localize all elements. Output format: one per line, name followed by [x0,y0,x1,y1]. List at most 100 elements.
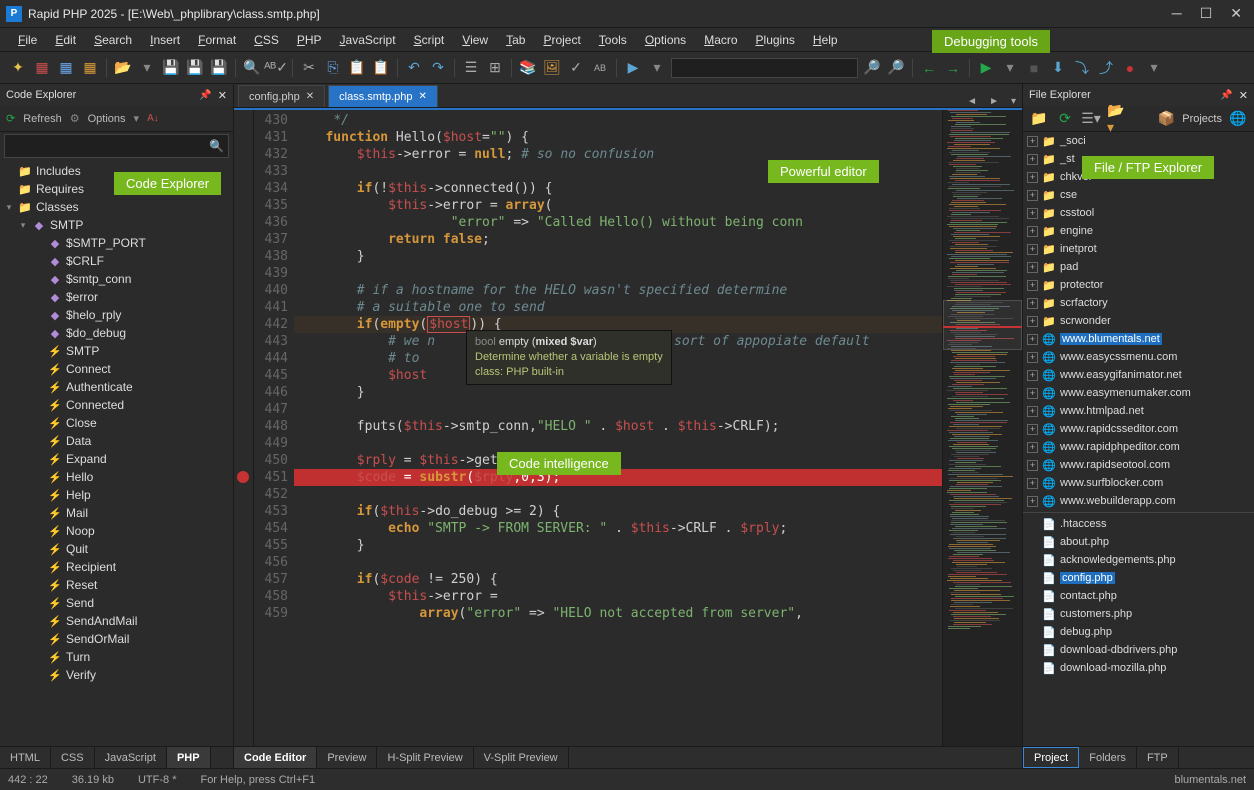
fe-folder[interactable]: +📁pad [1023,258,1254,276]
validate-icon[interactable]: ✓ [566,58,586,78]
fe-folder[interactable]: +🌐www.htmlpad.net [1023,402,1254,420]
tree-method[interactable]: ⚡Reset [0,576,233,594]
record-icon[interactable]: ▶ [623,58,643,78]
fe-folder[interactable]: +🌐www.rapidphpeditor.com [1023,438,1254,456]
tab-class-smtp-php[interactable]: class.smtp.php ✕ [328,85,438,107]
fe-open-icon[interactable]: 📂▾ [1107,109,1127,129]
view-tab-preview[interactable]: Preview [317,747,377,768]
expand-icon[interactable]: + [1027,172,1038,183]
tree-method[interactable]: ⚡Connect [0,360,233,378]
lang-tab-css[interactable]: CSS [51,747,95,768]
menu-search[interactable]: Search [86,31,140,49]
expand-icon[interactable]: + [1027,370,1038,381]
expand-icon[interactable]: + [1027,442,1038,453]
fe-new-icon[interactable]: 📁 [1029,109,1049,129]
step-over-icon[interactable]: ⤵ [1072,58,1092,78]
fe-folder[interactable]: +🌐www.rapidcsseditor.com [1023,420,1254,438]
menu-plugins[interactable]: Plugins [748,31,803,49]
fe-view-icon[interactable]: ☰▾ [1081,109,1101,129]
fe-file[interactable]: 📄download-dbdrivers.php [1023,641,1254,659]
expand-icon[interactable]: + [1027,496,1038,507]
menu-script[interactable]: Script [406,31,453,49]
tree-method[interactable]: ⚡Authenticate [0,378,233,396]
fe-file[interactable]: 📄config.php [1023,569,1254,587]
fe-folder[interactable]: +📁csstool [1023,204,1254,222]
lang-tab-javascript[interactable]: JavaScript [95,747,167,768]
tree-member[interactable]: ◆$do_debug [0,324,233,342]
close-panel-icon[interactable]: ✕ [218,89,227,102]
menu-file[interactable]: File [10,31,45,49]
fe-file[interactable]: 📄contact.php [1023,587,1254,605]
menu-tools[interactable]: Tools [591,31,635,49]
expand-icon[interactable]: + [1027,424,1038,435]
tree-classes[interactable]: ▾📁Classes [0,198,233,216]
minimize-button[interactable]: ─ [1172,5,1182,22]
tree-method[interactable]: ⚡Connected [0,396,233,414]
expand-icon[interactable]: + [1027,352,1038,363]
fe-folder[interactable]: +📁_soci [1023,132,1254,150]
expand-icon[interactable]: + [1027,406,1038,417]
fe-folder[interactable]: +🌐www.blumentals.net [1023,330,1254,348]
image-icon[interactable]: 🖼 [542,58,562,78]
expand-icon[interactable]: + [1027,208,1038,219]
new-file-icon[interactable]: ✦ [8,58,28,78]
fe-folder[interactable]: +🌐www.easycssmenu.com [1023,348,1254,366]
close-button[interactable]: ✕ [1230,5,1242,22]
expand-icon[interactable]: + [1027,388,1038,399]
tab-prev-icon[interactable]: ◄ [961,96,983,107]
expand-icon[interactable]: + [1027,136,1038,147]
fe-file[interactable]: 📄download-mozilla.php [1023,659,1254,677]
menu-insert[interactable]: Insert [142,31,188,49]
pin-icon[interactable]: 📌 [199,90,211,101]
tab-next-icon[interactable]: ► [983,96,1005,107]
expand-icon[interactable]: + [1027,190,1038,201]
fe-globe-icon[interactable]: 🌐 [1228,109,1248,129]
redo-icon[interactable]: ↷ [428,58,448,78]
tree-method[interactable]: ⚡Expand [0,450,233,468]
save-dropdown-icon[interactable]: 💾 [209,58,229,78]
fe-project-icon[interactable]: 📦 [1156,109,1176,129]
undo-icon[interactable]: ↶ [404,58,424,78]
tab-close-icon[interactable]: ✕ [419,91,427,102]
tab-config-php[interactable]: config.php ✕ [238,85,325,107]
expand-icon[interactable]: + [1027,262,1038,273]
tree-method[interactable]: ⚡Send [0,594,233,612]
expand-icon[interactable]: + [1027,226,1038,237]
menu-css[interactable]: CSS [246,31,287,49]
tree-member[interactable]: ◆$CRLF [0,252,233,270]
fe-folder[interactable]: +🌐www.easygifanimator.net [1023,366,1254,384]
expand-icon[interactable]: + [1027,280,1038,291]
refresh-label[interactable]: Refresh [23,113,62,125]
dropdown2-icon[interactable]: ▾ [647,58,667,78]
fe-folder[interactable]: +📁cse [1023,186,1254,204]
expand-icon[interactable]: + [1027,460,1038,471]
tree-method[interactable]: ⚡Recipient [0,558,233,576]
menu-tab[interactable]: Tab [498,31,533,49]
fe-folder[interactable]: +📁inetprot [1023,240,1254,258]
tree-method[interactable]: ⚡SMTP [0,342,233,360]
run-icon[interactable]: ▶ [976,58,996,78]
forward-icon[interactable]: → [943,58,963,78]
expand-icon[interactable]: + [1027,298,1038,309]
tab-menu-icon[interactable]: ▾ [1005,96,1022,107]
spellcheck-icon[interactable]: ᴬᴮ✓ [266,58,286,78]
menu-project[interactable]: Project [535,31,588,49]
fe-folder[interactable]: +🌐www.surfblocker.com [1023,474,1254,492]
fe-file[interactable]: 📄customers.php [1023,605,1254,623]
step-out-icon[interactable]: ⤴ [1096,58,1116,78]
back-icon[interactable]: ← [919,58,939,78]
tree-method[interactable]: ⚡SendAndMail [0,612,233,630]
save-icon[interactable]: 💾 [161,58,181,78]
tree-method[interactable]: ⚡Mail [0,504,233,522]
stop-icon[interactable]: ■ [1024,58,1044,78]
menu-options[interactable]: Options [637,31,694,49]
expand-icon[interactable]: + [1027,478,1038,489]
view-tab-v-split-preview[interactable]: V-Split Preview [474,747,569,768]
step-icon[interactable]: ⬇ [1048,58,1068,78]
lang-tab-html[interactable]: HTML [0,747,51,768]
close-panel2-icon[interactable]: ✕ [1239,89,1248,102]
expand-icon[interactable]: + [1027,154,1038,165]
expand-icon[interactable]: + [1027,244,1038,255]
fe-file[interactable]: 📄acknowledgements.php [1023,551,1254,569]
fold-gutter[interactable] [234,110,254,746]
